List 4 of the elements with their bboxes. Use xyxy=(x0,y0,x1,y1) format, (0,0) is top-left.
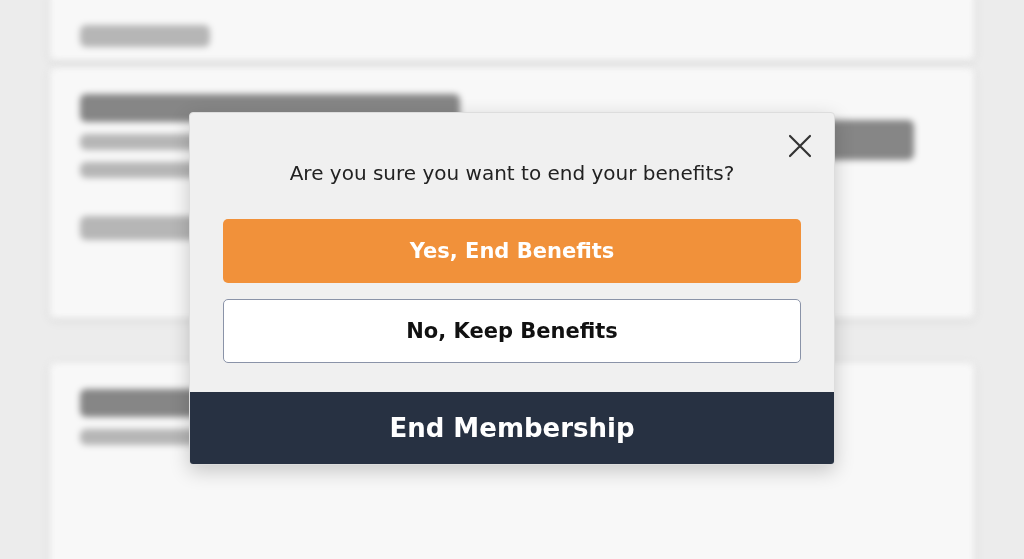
close-icon[interactable] xyxy=(788,134,812,158)
dialog-question: Are you sure you want to end your benefits? xyxy=(289,161,735,185)
end-membership-button[interactable]: End Membership xyxy=(190,392,834,464)
cancel-button[interactable]: No, Keep Benefits xyxy=(223,299,801,363)
